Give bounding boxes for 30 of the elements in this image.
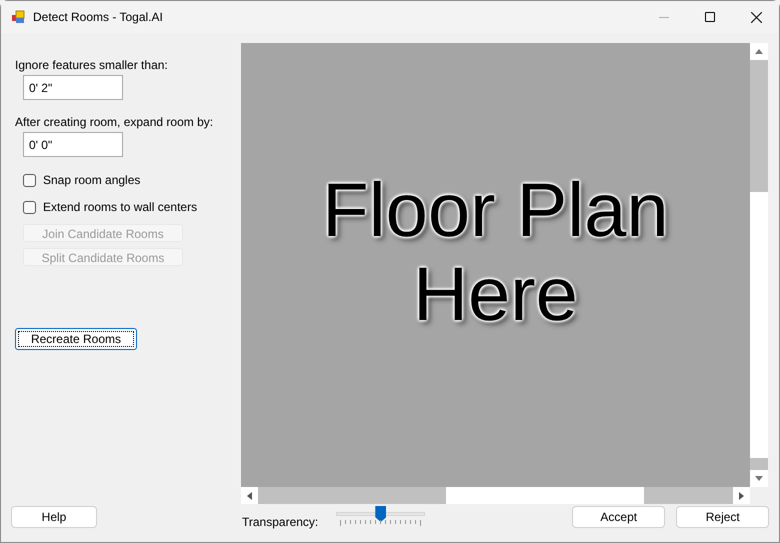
left-arrow-icon — [247, 492, 252, 500]
horizontal-scrollbar[interactable] — [241, 487, 750, 504]
transparency-label: Transparency: — [242, 514, 318, 531]
input-field[interactable]: 0' 2" — [23, 75, 123, 100]
scroll-thumb[interactable] — [750, 192, 768, 458]
scroll-right-button[interactable] — [733, 487, 750, 504]
up-arrow-icon — [755, 49, 763, 54]
checkbox-label: Extend rooms to wall centers — [43, 199, 198, 216]
accept-button[interactable]: Accept — [572, 506, 666, 528]
scroll-down-button[interactable] — [750, 470, 768, 487]
vertical-scrollbar[interactable] — [750, 43, 768, 487]
field-label: Ignore features smaller than: — [15, 57, 169, 73]
checkbox[interactable] — [23, 200, 36, 214]
scroll-up-button[interactable] — [750, 43, 768, 60]
scroll-left-button[interactable] — [241, 487, 258, 504]
scroll-thumb[interactable] — [446, 487, 644, 504]
input-field[interactable]: 0' 0" — [23, 132, 123, 157]
reject-button[interactable]: Reject — [676, 506, 770, 528]
field-label: After creating room, expand room by: — [15, 114, 214, 130]
placeholder-text: Floor Plan Here — [321, 169, 670, 337]
right-arrow-icon — [739, 492, 744, 500]
checkbox-label: Snap room angles — [43, 172, 140, 189]
down-arrow-icon — [755, 476, 763, 481]
checkbox[interactable] — [23, 174, 36, 186]
close-icon — [750, 12, 762, 22]
app-icon — [11, 10, 25, 24]
window-title: Detect Rooms - Togal.AI — [33, 9, 163, 26]
help-button[interactable]: Help — [11, 506, 97, 528]
slider-thumb[interactable] — [375, 506, 386, 522]
recreate-rooms-button[interactable]: Recreate Rooms — [15, 328, 137, 350]
